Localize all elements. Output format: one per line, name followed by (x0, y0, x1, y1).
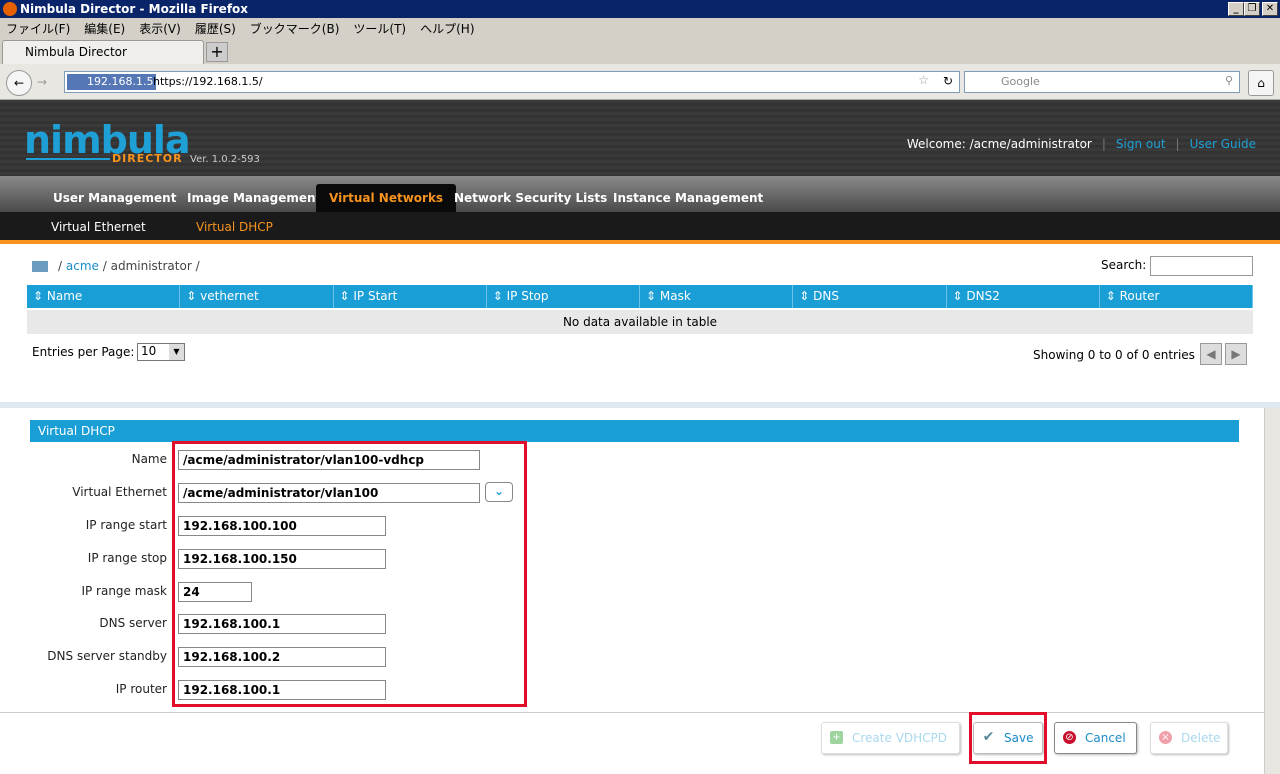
site-identity[interactable]: 192.168.1.5 (67, 74, 157, 90)
field-label: IP range start (85, 518, 167, 532)
menu-file[interactable]: ファイル(F) (6, 18, 70, 40)
scrollbar[interactable] (1264, 408, 1280, 774)
crumb-administrator: administrator (110, 259, 192, 273)
col-dns[interactable]: ⇕ DNS (793, 285, 947, 308)
tab-network-security-lists[interactable]: Network Security Lists (441, 184, 620, 212)
close-button[interactable]: ✕ (1262, 2, 1278, 16)
delete-button[interactable]: × Delete (1150, 722, 1228, 754)
col-vethernet[interactable]: ⇕ vethernet (180, 285, 334, 308)
home-button[interactable]: ⌂ (1248, 70, 1274, 96)
crumb-sep: / (58, 259, 63, 273)
crumb-sep: / (195, 259, 200, 273)
reload-icon[interactable]: ↻ (943, 74, 953, 88)
forward-button[interactable]: → (32, 70, 52, 96)
divider (0, 712, 1264, 713)
search-placeholder: Google (1001, 75, 1040, 88)
menu-view[interactable]: 表示(V) (139, 18, 181, 40)
tab-user-management[interactable]: User Management (40, 184, 189, 212)
prev-page-button[interactable]: ◀ (1200, 343, 1222, 365)
col-router[interactable]: ⇕ Router (1100, 285, 1253, 308)
col-ip-start[interactable]: ⇕ IP Start (334, 285, 487, 308)
url-text: https://192.168.1.5/ (153, 75, 263, 88)
plus-icon: + (830, 731, 843, 744)
next-page-button[interactable]: ▶ (1225, 343, 1247, 365)
sub-nav: Virtual Ethernet Virtual DHCP (0, 212, 1280, 244)
folder-icon (32, 261, 48, 272)
cancel-button[interactable]: ⊘ Cancel (1054, 722, 1137, 754)
logo-line (26, 158, 110, 160)
showing-info: Showing 0 to 0 of 0 entries (1033, 348, 1195, 362)
cancel-icon: ⊘ (1063, 731, 1076, 744)
field-label: IP range stop (87, 551, 167, 565)
menu-tools[interactable]: ツール(T) (353, 18, 406, 40)
menu-bookmarks[interactable]: ブックマーク(B) (250, 18, 340, 40)
url-bar[interactable]: 192.168.1.5 https://192.168.1.5/ ☆ ↻ (64, 71, 960, 93)
table-search: Search: (1101, 256, 1253, 276)
chevron-down-icon: ▼ (169, 344, 184, 360)
user-links: Welcome: /acme/administrator | Sign out | Us… (906, 137, 1256, 151)
col-dns2[interactable]: ⇕ DNS2 (947, 285, 1100, 308)
window-title: Nimbula Director - Mozilla Firefox (20, 2, 249, 16)
col-mask[interactable]: ⇕ Mask (640, 285, 794, 308)
entries-select[interactable]: 10 ▼ (137, 343, 185, 361)
new-tab-button[interactable]: + (206, 42, 228, 62)
delete-icon: × (1159, 731, 1172, 744)
app-header: nimbula DIRECTOR Ver. 1.0.2-593 Welcome: … (0, 100, 1280, 176)
entries-label: Entries per Page: (32, 345, 135, 359)
form-title: Virtual DHCP (30, 420, 1239, 442)
search-icon[interactable]: ⚲ (1225, 74, 1233, 87)
browser-tab[interactable]: Nimbula Director (2, 40, 204, 64)
maximize-button[interactable]: ❐ (1244, 2, 1260, 16)
field-label: Name (131, 452, 167, 466)
create-vdhcpd-button[interactable]: + Create VDHCPD (821, 722, 960, 754)
field-label: DNS server (99, 616, 167, 630)
subtab-virtual-ethernet[interactable]: Virtual Ethernet (51, 220, 146, 234)
tab-title: Nimbula Director (25, 45, 127, 59)
field-label: DNS server standby (47, 649, 167, 663)
main-nav: User Management Image Management Virtual… (0, 176, 1280, 212)
minimize-button[interactable]: _ (1228, 2, 1244, 16)
tab-bar: Nimbula Director + (0, 40, 1280, 64)
col-name[interactable]: ⇕ Name (27, 285, 181, 308)
logo-sub: DIRECTOR (112, 152, 183, 165)
highlight-box (172, 441, 527, 707)
tab-instance-management[interactable]: Instance Management (600, 184, 776, 212)
tab-virtual-networks[interactable]: Virtual Networks (316, 184, 457, 212)
crumb-acme[interactable]: acme (66, 259, 99, 273)
back-button[interactable]: ← (6, 70, 32, 96)
menu-bar: ファイル(F) 編集(E) 表示(V) 履歴(S) ブックマーク(B) ツール(T) ヘルプ… (0, 18, 1280, 40)
tab-image-management[interactable]: Image Management (174, 184, 334, 212)
field-label: IP router (115, 682, 167, 696)
window-titlebar: Nimbula Director - Mozilla Firefox _ ❐ ✕ (0, 0, 1280, 18)
col-ip-stop[interactable]: ⇕ IP Stop (487, 285, 640, 308)
nav-bar: ← → 192.168.1.5 https://192.168.1.5/ ☆ ↻ Go… (0, 64, 1280, 100)
empty-row: No data available in table (27, 310, 1253, 334)
menu-edit[interactable]: 編集(E) (84, 18, 125, 40)
search-label: Search: (1101, 258, 1147, 272)
entries-per-page: Entries per Page: 10 ▼ (32, 343, 185, 361)
crumb-sep: / (102, 259, 107, 273)
splitter-handle[interactable] (0, 402, 1280, 408)
field-label: Virtual Ethernet (72, 485, 167, 499)
subtab-virtual-dhcp[interactable]: Virtual DHCP (196, 220, 273, 234)
highlight-box (969, 712, 1047, 764)
sign-out-link[interactable]: Sign out (1116, 137, 1166, 151)
menu-history[interactable]: 履歴(S) (195, 18, 236, 40)
field-label: IP range mask (81, 584, 167, 598)
search-bar[interactable]: Google ⚲ (964, 71, 1240, 93)
breadcrumb: / acme / administrator / (32, 259, 200, 273)
bookmark-star-icon[interactable]: ☆ (918, 73, 929, 87)
table-header: ⇕ Name ⇕ vethernet ⇕ IP Start ⇕ IP Stop … (27, 285, 1253, 308)
user-guide-link[interactable]: User Guide (1190, 137, 1256, 151)
firefox-icon (3, 2, 17, 16)
menu-help[interactable]: ヘルプ(H) (420, 18, 474, 40)
welcome-text: Welcome: /acme/administrator (906, 137, 1092, 151)
search-input[interactable] (1150, 256, 1253, 276)
version: Ver. 1.0.2-593 (190, 154, 260, 165)
